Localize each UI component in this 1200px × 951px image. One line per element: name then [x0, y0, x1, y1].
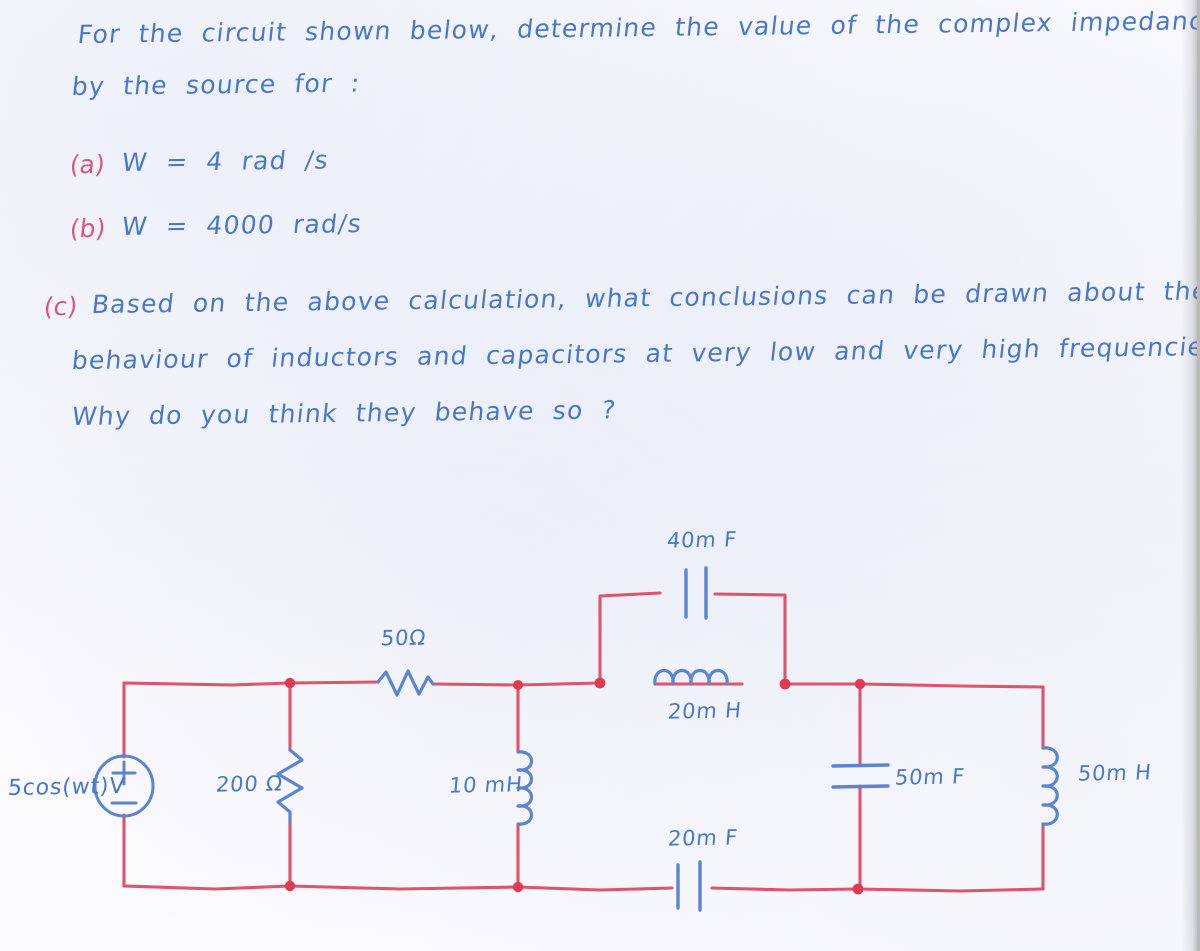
label-capacitor-20mf: 20m F [666, 825, 740, 851]
node-top-50mf [854, 678, 866, 690]
label-inductor-50mh: 50m H [1076, 760, 1153, 786]
problem-statement-line-1: For the circuit shown below, determine t… [76, 5, 1200, 49]
part-c-line-3: Why do you think they behave so ? [70, 395, 618, 431]
paper-background [0, 0, 1197, 951]
wire-top-rail-f [858, 682, 1045, 689]
wire-top-rail-c [431, 681, 602, 687]
page-edge-shadow [1181, 0, 1197, 951]
part-b-tag: (b) [68, 213, 108, 244]
label-capacitor-40mf: 40m F [665, 527, 739, 553]
label-resistor-200: 200 Ω [214, 771, 284, 797]
resistor-50-symbol [376, 669, 435, 697]
wire-top-rail-b [288, 680, 380, 685]
wire-bottom-rail-a [122, 884, 292, 891]
capacitor-50mf-plate-top [831, 763, 890, 768]
label-voltage-source: 5cos(wt)V [6, 773, 127, 802]
node-top-left-lc [594, 677, 606, 689]
node-bottom-200ohm [284, 880, 296, 892]
label-capacitor-50mf: 50m F [893, 764, 967, 790]
node-top-200ohm [284, 677, 296, 689]
problem-statement-line-2: by the source for : [70, 68, 363, 101]
circuit-diagram [93, 566, 1059, 912]
wire-bottom-rail-d [710, 886, 860, 892]
part-c-line-2: behaviour of inductors and capacitors at… [70, 331, 1200, 375]
node-bottom-50mf [852, 883, 864, 895]
wire-c40-left [598, 591, 662, 685]
wire-top-rail-a [122, 681, 292, 687]
label-inductor-20mh: 20m H [666, 698, 743, 724]
label-resistor-50: 50Ω [379, 625, 428, 651]
node-bottom-10mh [512, 881, 524, 893]
wire-bottom-rail-b [288, 884, 520, 891]
wire-c40-right [713, 592, 787, 686]
node-top-right-lc [779, 678, 791, 690]
wire-bottom-rail-c [516, 885, 674, 892]
capacitor-50mf-plate-bottom [831, 784, 890, 789]
node-top-10mh [513, 680, 523, 690]
part-c-line-1: Based on the above calculation, what con… [90, 276, 1200, 319]
label-inductor-10mh: 10 mH [447, 772, 524, 798]
notebook-page: For the circuit shown below, determine t… [0, 0, 1200, 951]
inductor-20mh-symbol [653, 668, 729, 686]
part-a-text: W = 4 rad /s [120, 145, 331, 177]
part-b-text: W = 4000 rad/s [120, 209, 364, 241]
part-c-tag: (c) [42, 291, 79, 322]
part-a-tag: (a) [68, 149, 107, 180]
wire-bottom-rail-e [856, 887, 1045, 893]
inductor-50mh-symbol [1041, 746, 1059, 826]
